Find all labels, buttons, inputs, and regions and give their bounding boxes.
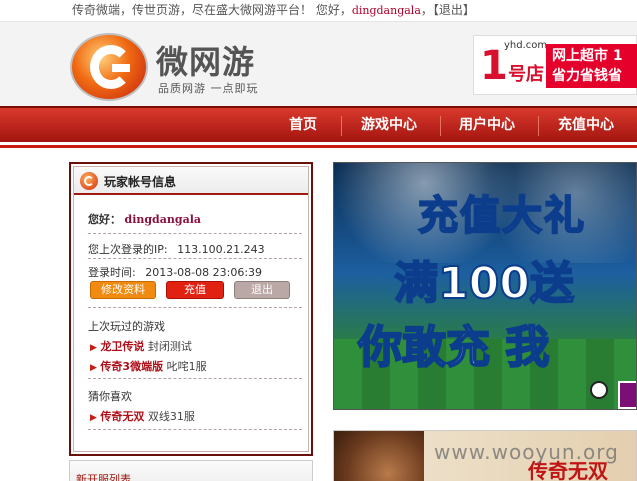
panel-username: dingdangala	[124, 213, 202, 226]
account-panel-inner: 玩家帐号信息 您好： dingdangala 您上次登录的IP: 113.100…	[73, 166, 309, 452]
logo-icon[interactable]	[70, 33, 148, 101]
welcome-text: 传奇微端，传世页游，尽在盛大微网游平台！ 您好，	[72, 3, 352, 17]
logout-button[interactable]: 退出	[234, 281, 290, 299]
top-bar: 传奇微端，传世页游，尽在盛大微网游平台！ 您好，dingdangala，【退出】	[0, 0, 637, 22]
game-name[interactable]: 传奇3微端版	[100, 360, 163, 373]
login-time-row: 登录时间: 2013-08-08 23:06:39	[88, 264, 262, 280]
yhd-ad-line1: 网上超市 1	[552, 48, 623, 64]
last-ip-value: 113.100.21.243	[177, 243, 265, 256]
played-game-item[interactable]: ▶ 传奇3微端版 叱咤1服	[90, 358, 207, 374]
arrow-right-icon: ▶	[90, 363, 97, 373]
game-server[interactable]: 双线31服	[148, 410, 195, 423]
nav-divider	[538, 116, 539, 136]
nav-home[interactable]: 首页	[289, 108, 317, 142]
recharge-button[interactable]: 充值	[166, 281, 224, 299]
game-name[interactable]: 传奇无双	[100, 410, 144, 423]
nav-user-center[interactable]: 用户中心	[459, 108, 515, 142]
banner-line2: 满100送	[393, 257, 575, 310]
nav-divider	[440, 116, 441, 136]
logo-text[interactable]: 微网游	[156, 37, 255, 83]
recharge-promo-banner[interactable]: 充值大礼 满100送 你敢充 我	[333, 162, 637, 410]
game-server[interactable]: 叱咤1服	[167, 360, 207, 373]
game-name[interactable]: 龙卫传说	[100, 340, 144, 353]
banner-tag	[618, 381, 636, 409]
divider	[88, 307, 302, 308]
character-image	[334, 431, 424, 481]
divider	[88, 378, 302, 379]
divider	[88, 258, 302, 259]
recommend-title: 猜你喜欢	[88, 390, 132, 403]
new-servers-panel: 新开服列表	[69, 460, 313, 481]
yhd-ad-text: 网上超市 1 省力省钱省	[546, 44, 637, 88]
hello-row: 您好： dingdangala	[88, 211, 201, 227]
banner-line1: 充值大礼	[417, 192, 586, 240]
top-username[interactable]: dingdangala	[352, 4, 421, 17]
edit-profile-button[interactable]: 修改资料	[90, 281, 156, 299]
divider	[88, 233, 302, 234]
yhd-domain: yhd.com	[504, 40, 548, 51]
logo-slogan: 品质网游 一点即玩	[158, 82, 259, 95]
account-panel-header: 玩家帐号信息	[74, 167, 308, 195]
logo-small-icon	[80, 172, 98, 190]
nav-underline	[0, 145, 637, 148]
yhd-store: 号店	[508, 64, 544, 85]
game-server[interactable]: 封闭测试	[148, 340, 192, 353]
played-game-item[interactable]: ▶ 龙卫传说 封闭测试	[90, 338, 192, 354]
recommend-game-item[interactable]: ▶ 传奇无双 双线31服	[90, 408, 195, 424]
nav-game-center[interactable]: 游戏中心	[361, 108, 417, 142]
last-ip-label: 您上次登录的IP:	[88, 243, 168, 256]
new-servers-title: 新开服列表	[76, 473, 131, 481]
account-panel-title: 玩家帐号信息	[104, 175, 177, 189]
nav-divider	[341, 116, 342, 136]
header: 微网游 品质网游 一点即玩 1 yhd.com 号店 网上超市 1 省力省钱省	[0, 22, 637, 106]
login-time-value: 2013-08-08 23:06:39	[145, 266, 263, 279]
last-ip-row: 您上次登录的IP: 113.100.21.243	[88, 241, 265, 257]
football-icon	[590, 381, 608, 399]
main-nav: 首页 游戏中心 用户中心 充值中心	[0, 106, 637, 148]
arrow-right-icon: ▶	[90, 413, 97, 423]
yhd-ad-banner[interactable]: 1 yhd.com 号店 网上超市 1 省力省钱省	[473, 35, 637, 95]
watermark: www.wooyun.org	[434, 440, 619, 464]
login-time-label: 登录时间:	[88, 266, 136, 279]
arrow-right-icon: ▶	[90, 343, 97, 353]
played-games-title: 上次玩过的游戏	[88, 320, 165, 333]
hello-label: 您好：	[88, 213, 121, 226]
divider	[88, 429, 302, 430]
nav-recharge-center[interactable]: 充值中心	[558, 108, 614, 142]
yhd-ad-line2: 省力省钱省	[552, 68, 622, 84]
banner-line3: 你敢充 我	[357, 321, 550, 374]
top-logout-link[interactable]: 【退出】	[433, 3, 475, 17]
account-panel: 玩家帐号信息 您好： dingdangala 您上次登录的IP: 113.100…	[69, 162, 313, 456]
